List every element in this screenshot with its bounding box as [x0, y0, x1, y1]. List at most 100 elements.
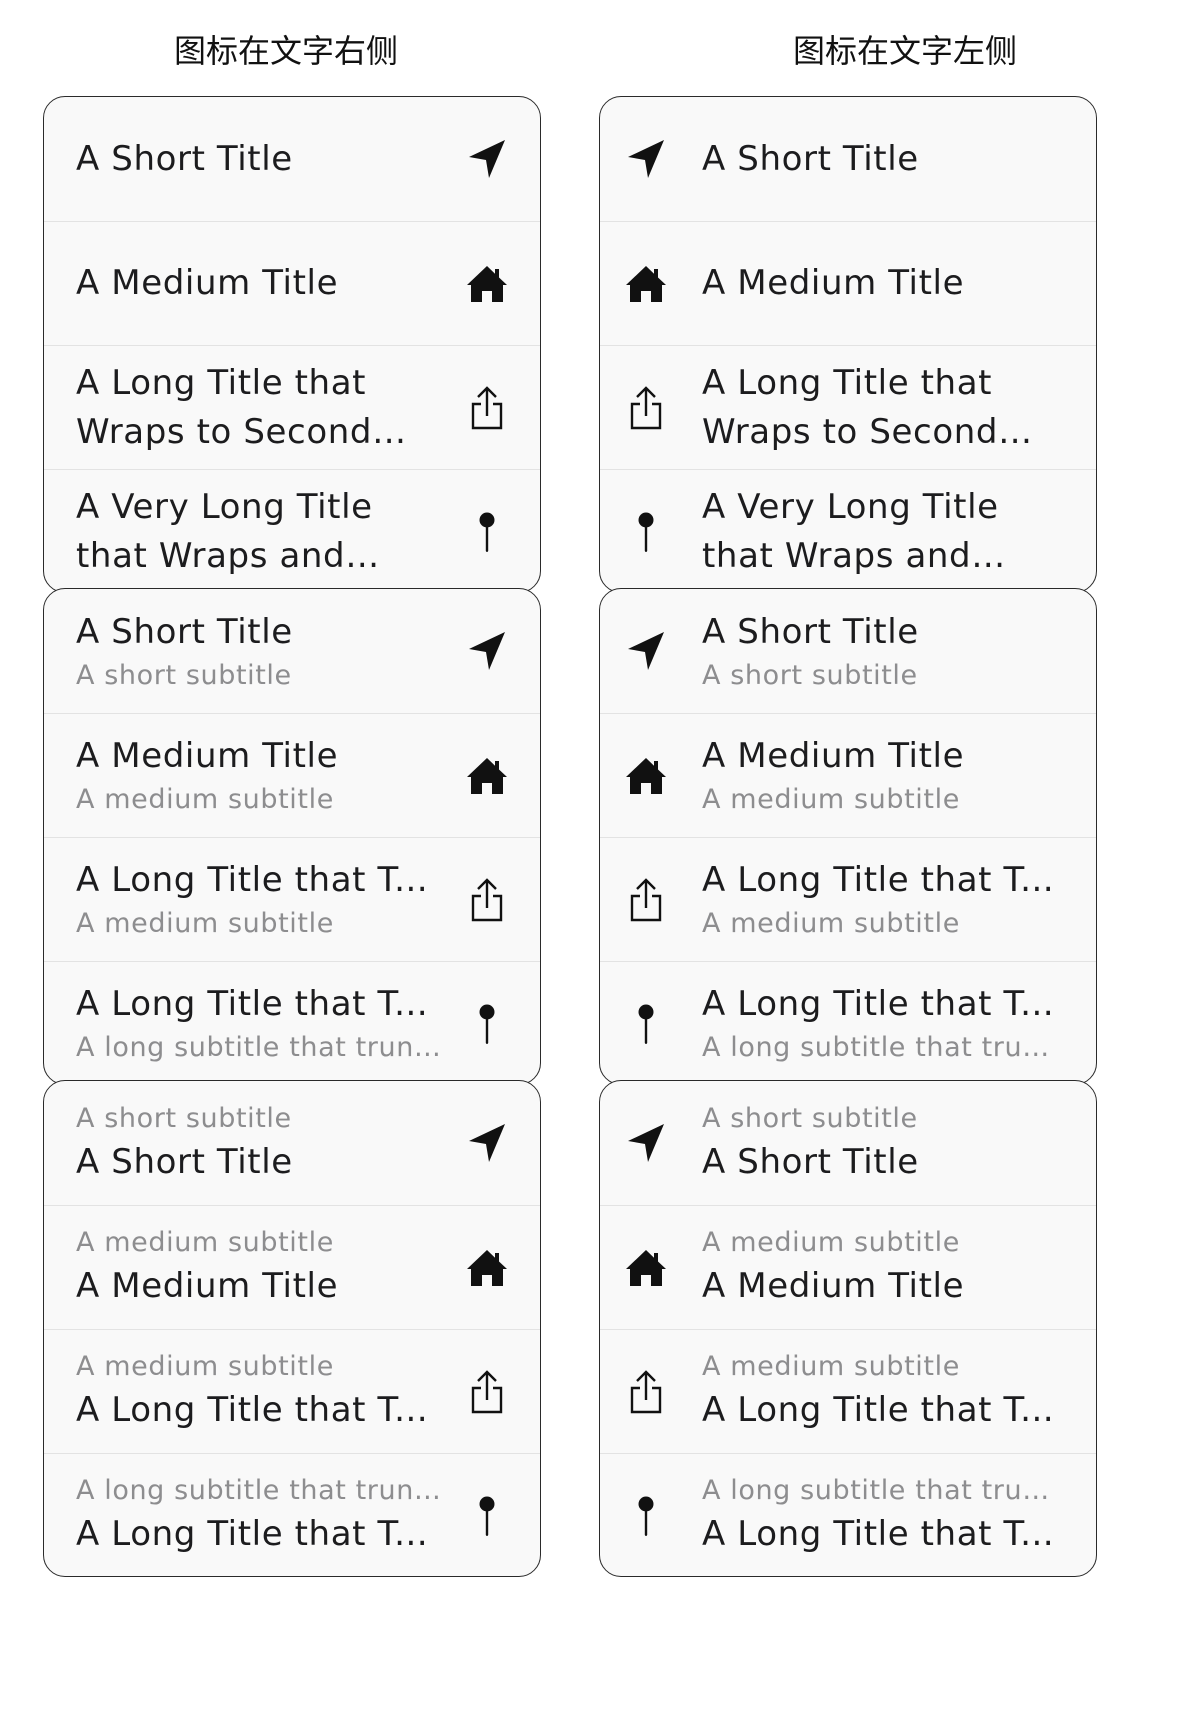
- location-arrow-icon: [623, 136, 669, 182]
- list-item-title: A Medium Title: [76, 1266, 339, 1306]
- location-arrow-icon: [623, 1120, 669, 1166]
- list-item-text: A Short Title: [76, 97, 442, 221]
- list-item-title: A Medium Title: [702, 1266, 965, 1306]
- share-icon: [623, 1369, 669, 1415]
- list-item-text: A Short Title: [702, 97, 1066, 221]
- list-item-title: A Short Title: [702, 1141, 919, 1182]
- house-icon: [623, 1245, 669, 1291]
- list-item-text: A Medium Title A medium subtitle: [702, 714, 1066, 837]
- column-header-icon-right: 图标在文字右侧: [173, 32, 398, 70]
- list-item-title: A Long Title that Wraps to Second Row: [76, 362, 373, 452]
- location-arrow-icon: [464, 628, 510, 674]
- list-item-subtitle: A long subtitle that truncates: [76, 1032, 442, 1063]
- column-header-icon-left: 图标在文字左侧: [792, 32, 1017, 70]
- list-item-title: A Short Title: [76, 611, 293, 652]
- list-item[interactable]: A medium subtitle A Long Title that Trunc…: [44, 1329, 540, 1453]
- list-item-title: A Long Title that Truncates: [702, 1514, 1066, 1554]
- list-item-text: A Long Title that Truncates A medium subt…: [76, 838, 442, 961]
- list-item[interactable]: A Long Title that Truncates A medium subt…: [600, 837, 1096, 961]
- house-icon: [464, 261, 510, 307]
- list-item-subtitle: A short subtitle: [702, 1102, 918, 1134]
- list-item-text: A medium subtitle A Medium Title: [76, 1206, 442, 1329]
- list-item-subtitle: A long subtitle that truncates: [702, 1032, 1066, 1063]
- list-item-title: A Short Title: [702, 138, 919, 179]
- list-item-text: A medium subtitle A Medium Title: [702, 1206, 1066, 1329]
- list-item[interactable]: A Long Title that Truncates A long subtit…: [44, 961, 540, 1084]
- list-item-text: A medium subtitle A Long Title that Trunc…: [702, 1330, 1066, 1453]
- list-card-card3-icon-right: A short subtitle A Short Title A medium su…: [43, 1080, 541, 1577]
- list-item[interactable]: A Very Long Title that Wraps and Truncat…: [44, 469, 540, 592]
- list-item[interactable]: A short subtitle A Short Title: [44, 1081, 540, 1205]
- list-item[interactable]: A long subtitle that truncates A Long Tit…: [44, 1453, 540, 1576]
- list-item-subtitle: A medium subtitle: [702, 908, 960, 939]
- list-item-text: A Long Title that Truncates A medium subt…: [702, 838, 1066, 961]
- list-card-card2-icon-left: A Short Title A short subtitle A Medium Ti…: [599, 588, 1097, 1085]
- list-item-title: A Medium Title: [702, 263, 965, 303]
- share-icon: [464, 1369, 510, 1415]
- house-icon: [623, 753, 669, 799]
- list-item[interactable]: A Long Title that Wraps to Second Row: [44, 345, 540, 469]
- list-item[interactable]: A medium subtitle A Medium Title: [600, 1205, 1096, 1329]
- list-item[interactable]: A Medium Title A medium subtitle: [44, 713, 540, 837]
- list-item-text: A Very Long Title that Wraps and Truncat…: [702, 470, 1066, 592]
- list-item[interactable]: A Long Title that Truncates A long subtit…: [600, 961, 1096, 1084]
- house-icon: [623, 261, 669, 307]
- list-card-card3-icon-left: A short subtitle A Short Title A medium su…: [599, 1080, 1097, 1577]
- list-item-title: A Medium Title: [702, 736, 965, 776]
- pushpin-icon: [623, 1001, 669, 1047]
- list-item-title: A Long Title that Truncates: [76, 860, 442, 900]
- pushpin-icon: [464, 509, 510, 555]
- list-card-card1-icon-right: A Short Title A Medium Title A Long Title …: [43, 96, 541, 593]
- list-item-subtitle: A medium subtitle: [702, 1351, 960, 1382]
- list-item[interactable]: A Short Title: [600, 97, 1096, 221]
- list-item-subtitle: A medium subtitle: [76, 784, 334, 815]
- pushpin-icon: [464, 1493, 510, 1539]
- house-icon: [464, 753, 510, 799]
- list-item[interactable]: A Medium Title: [600, 221, 1096, 345]
- list-item-title: A Long Title that Truncates: [702, 860, 1066, 900]
- list-item-subtitle: A short subtitle: [702, 659, 918, 691]
- pushpin-icon: [623, 1493, 669, 1539]
- list-item[interactable]: A medium subtitle A Long Title that Trunc…: [600, 1329, 1096, 1453]
- list-card-card2-icon-right: A Short Title A short subtitle A Medium Ti…: [43, 588, 541, 1085]
- list-item-text: A long subtitle that truncates A Long Tit…: [76, 1454, 442, 1576]
- list-item-title: A Short Title: [702, 611, 919, 652]
- list-item-subtitle: A medium subtitle: [702, 1227, 960, 1258]
- pushpin-icon: [623, 509, 669, 555]
- list-item[interactable]: A long subtitle that truncates A Long Tit…: [600, 1453, 1096, 1576]
- location-arrow-icon: [623, 628, 669, 674]
- list-item-title: A Long Title that Truncates: [76, 984, 442, 1024]
- list-item[interactable]: A Medium Title A medium subtitle: [600, 713, 1096, 837]
- list-item-title: A Very Long Title that Wraps and Truncat…: [702, 486, 999, 576]
- list-item-title: A Long Title that Truncates: [702, 984, 1066, 1024]
- list-item-text: A Medium Title: [76, 222, 442, 345]
- location-arrow-icon: [464, 1120, 510, 1166]
- list-item-subtitle: A long subtitle that truncates: [76, 1475, 442, 1506]
- list-item[interactable]: A medium subtitle A Medium Title: [44, 1205, 540, 1329]
- list-item[interactable]: A Short Title A short subtitle: [44, 589, 540, 713]
- list-item-subtitle: A short subtitle: [76, 659, 292, 691]
- share-icon: [464, 877, 510, 923]
- list-item[interactable]: A Medium Title: [44, 221, 540, 345]
- list-item[interactable]: A Long Title that Wraps to Second Row: [600, 345, 1096, 469]
- list-item-title: A Medium Title: [76, 736, 339, 776]
- list-card-card1-icon-left: A Short Title A Medium Title A Long Title …: [599, 96, 1097, 593]
- list-item-title: A Long Title that Truncates: [76, 1390, 442, 1430]
- list-item-title: A Long Title that Truncates: [76, 1514, 442, 1554]
- list-item-subtitle: A medium subtitle: [76, 1227, 334, 1258]
- list-item[interactable]: A short subtitle A Short Title: [600, 1081, 1096, 1205]
- list-item-subtitle: A short subtitle: [76, 1102, 292, 1134]
- list-item-text: A Long Title that Wraps to Second Row: [76, 346, 442, 469]
- list-item[interactable]: A Short Title A short subtitle: [600, 589, 1096, 713]
- list-item-title: A Short Title: [76, 1141, 293, 1182]
- house-icon: [464, 1245, 510, 1291]
- list-item-subtitle: A medium subtitle: [76, 908, 334, 939]
- list-item-title: A Long Title that Wraps to Second Row: [702, 362, 999, 452]
- list-item[interactable]: A Long Title that Truncates A medium subt…: [44, 837, 540, 961]
- list-item-title: A Medium Title: [76, 263, 339, 303]
- share-icon: [623, 385, 669, 431]
- list-item[interactable]: A Very Long Title that Wraps and Truncat…: [600, 469, 1096, 592]
- list-item[interactable]: A Short Title: [44, 97, 540, 221]
- list-item-subtitle: A medium subtitle: [702, 784, 960, 815]
- list-item-text: A Short Title A short subtitle: [76, 589, 442, 713]
